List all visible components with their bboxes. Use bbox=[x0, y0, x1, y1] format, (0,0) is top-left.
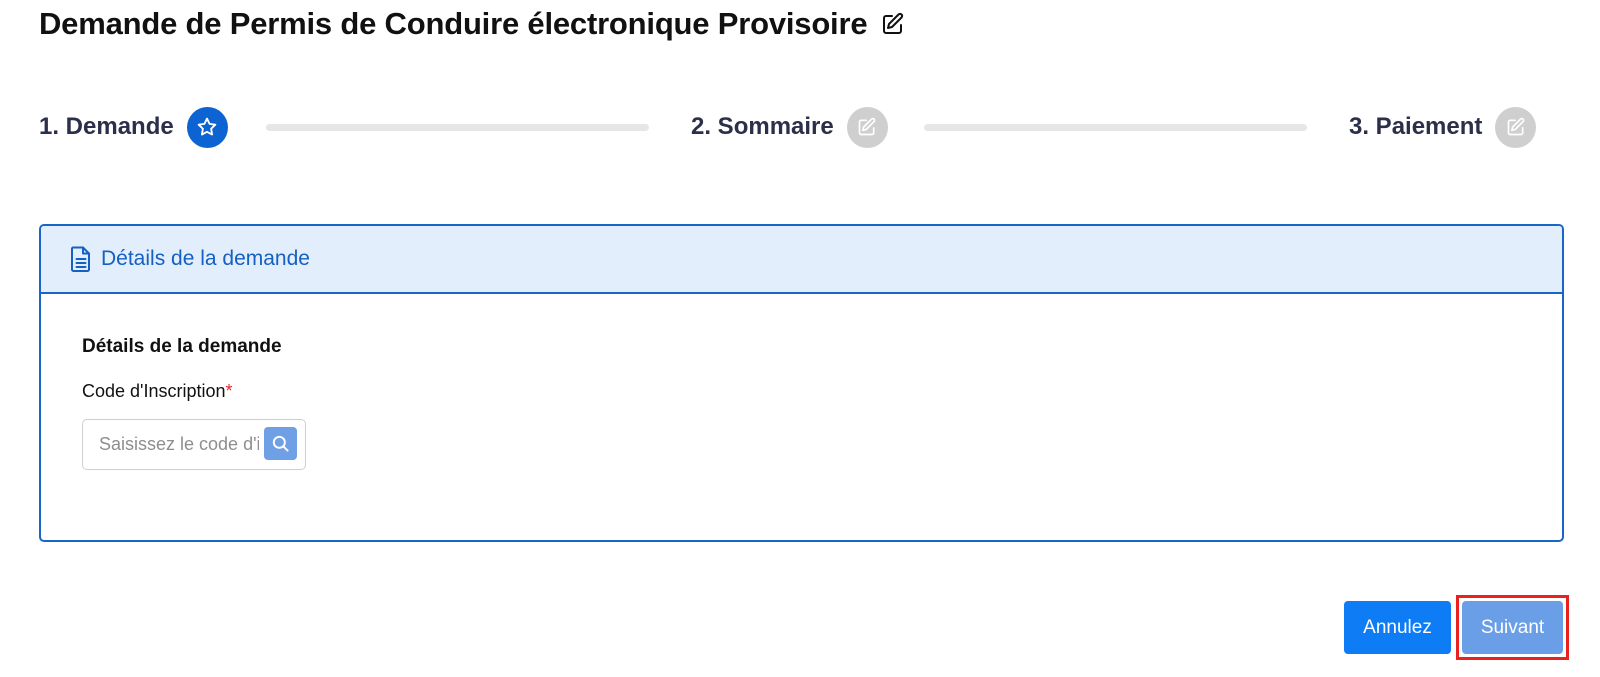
edit-icon bbox=[857, 117, 877, 137]
section-title: Détails de la demande bbox=[82, 336, 282, 357]
card-header-title: Détails de la demande bbox=[101, 247, 310, 270]
page-title: Demande de Permis de Conduire électroniq… bbox=[39, 6, 868, 41]
required-marker: * bbox=[225, 381, 233, 401]
title-row: Demande de Permis de Conduire électroniq… bbox=[39, 4, 905, 44]
registration-code-input[interactable] bbox=[99, 434, 259, 455]
step-indicator-active bbox=[186, 106, 228, 148]
stepper: 1. Demande 2. Sommaire 3. Paiement bbox=[39, 106, 1563, 148]
edit-icon bbox=[1506, 117, 1526, 137]
registration-code-field bbox=[82, 419, 306, 470]
search-button[interactable] bbox=[264, 427, 297, 460]
document-icon bbox=[70, 246, 92, 272]
step-connector bbox=[266, 124, 649, 131]
request-details-card: Détails de la demande Détails de la dema… bbox=[39, 224, 1564, 542]
field-label: Code d'Inscription* bbox=[82, 381, 233, 402]
step-connector bbox=[924, 124, 1307, 131]
step-indicator-inactive bbox=[846, 106, 888, 148]
step-label: 3. Paiement bbox=[1349, 113, 1483, 140]
next-button[interactable]: Suivant bbox=[1462, 601, 1563, 654]
search-icon bbox=[271, 434, 290, 453]
card-header: Détails de la demande bbox=[41, 226, 1562, 294]
page: Demande de Permis de Conduire électroniq… bbox=[0, 0, 1600, 677]
cancel-button[interactable]: Annulez bbox=[1344, 601, 1451, 654]
step-demande[interactable]: 1. Demande bbox=[39, 106, 228, 148]
step-label: 1. Demande bbox=[39, 113, 174, 140]
field-label-text: Code d'Inscription bbox=[82, 381, 226, 401]
step-indicator-inactive bbox=[1495, 106, 1537, 148]
edit-icon[interactable] bbox=[881, 12, 905, 36]
step-sommaire[interactable]: 2. Sommaire bbox=[691, 106, 888, 148]
step-paiement[interactable]: 3. Paiement bbox=[1349, 106, 1537, 148]
star-icon bbox=[196, 116, 218, 138]
step-label: 2. Sommaire bbox=[691, 113, 834, 140]
